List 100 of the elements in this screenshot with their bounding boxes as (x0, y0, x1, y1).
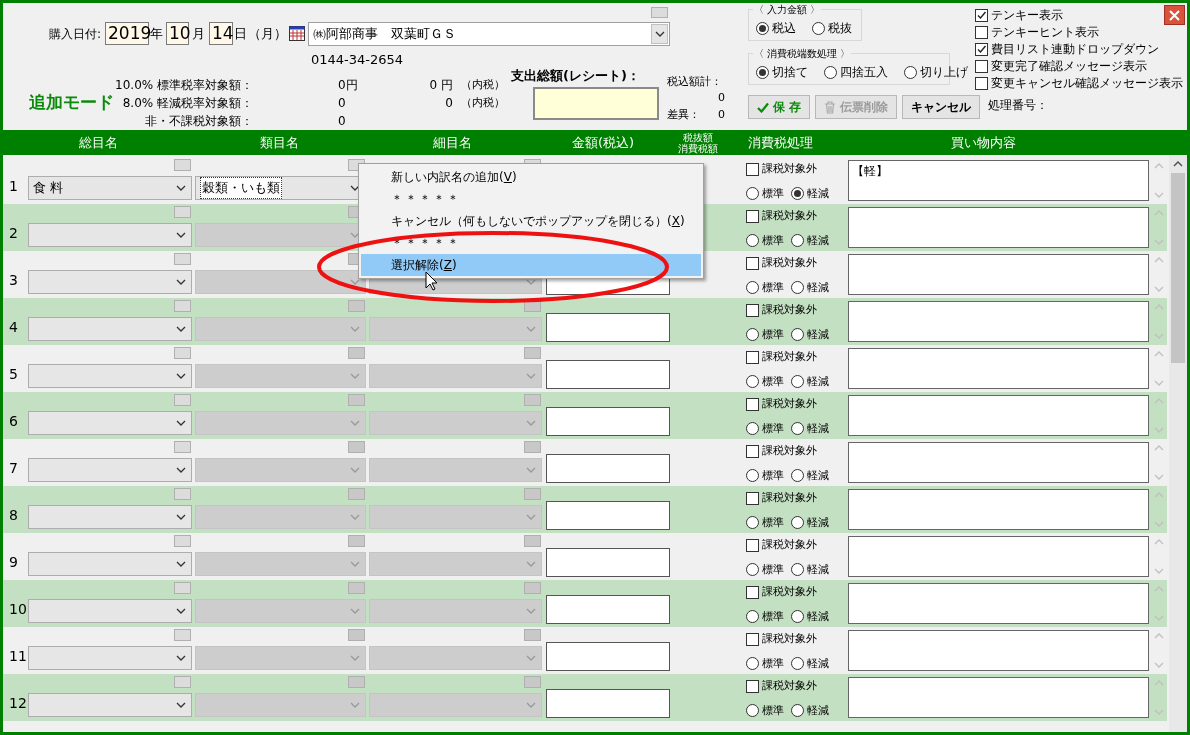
tax-rate-radio[interactable]: 標準 (746, 561, 785, 578)
setting-checkbox[interactable]: テンキーヒント表示 (975, 25, 1099, 40)
amount-field[interactable] (545, 689, 671, 718)
tax-rate-radio[interactable]: 標準 (746, 420, 785, 437)
tax-exempt-checkbox[interactable]: 課税対象外 (746, 678, 845, 695)
small-button[interactable] (523, 535, 541, 547)
small-button[interactable] (347, 676, 365, 688)
tax-rate-radio[interactable]: 軽減 (791, 561, 830, 578)
small-button[interactable] (523, 676, 541, 688)
tax-rate-radio[interactable]: 軽減 (791, 326, 830, 343)
setting-checkbox[interactable]: 費目リスト連動ドロップダウン (975, 42, 1159, 57)
small-button[interactable] (523, 582, 541, 594)
content-textarea[interactable] (848, 442, 1150, 483)
small-button[interactable] (173, 253, 191, 265)
tax-exempt-checkbox[interactable]: 課税対象外 (746, 396, 845, 413)
small-button[interactable] (347, 535, 365, 547)
small-button[interactable] (173, 535, 191, 547)
tax-rate-radio[interactable]: 標準 (746, 279, 785, 296)
tax-rate-radio[interactable]: 標準 (746, 608, 785, 625)
setting-checkbox[interactable]: 変更完了確認メッセージ表示 (975, 59, 1147, 74)
save-button[interactable]: 保 存 (748, 95, 811, 119)
content-textarea[interactable] (848, 583, 1150, 624)
dropdown[interactable] (27, 223, 192, 247)
year-field[interactable]: 2019 (105, 22, 150, 45)
tax-rate-radio[interactable]: 軽減 (791, 420, 830, 437)
tax-exempt-checkbox[interactable]: 課税対象外 (746, 631, 845, 648)
dropdown[interactable] (27, 317, 192, 341)
tax-rate-radio[interactable]: 軽減 (791, 185, 830, 202)
radio-option[interactable]: 税抜 (812, 19, 852, 37)
tax-exempt-checkbox[interactable]: 課税対象外 (746, 443, 845, 460)
tax-rate-radio[interactable]: 軽減 (791, 702, 830, 719)
small-button[interactable] (173, 676, 191, 688)
calendar-icon[interactable] (289, 26, 306, 41)
plain-button[interactable]: キャンセル (902, 95, 981, 119)
content-textarea[interactable]: 【軽】 (848, 160, 1150, 201)
content-textarea[interactable] (848, 254, 1150, 295)
tax-rate-radio[interactable]: 軽減 (791, 373, 830, 390)
tax-exempt-checkbox[interactable]: 課税対象外 (746, 208, 845, 225)
small-button[interactable] (523, 488, 541, 500)
amount-field[interactable] (545, 548, 671, 577)
tax-rate-radio[interactable]: 軽減 (791, 608, 830, 625)
receipt-total-field[interactable] (533, 87, 659, 120)
small-button[interactable] (347, 300, 365, 312)
small-button[interactable] (173, 441, 191, 453)
tax-rate-radio[interactable]: 軽減 (791, 467, 830, 484)
content-textarea[interactable] (848, 395, 1150, 436)
content-textarea[interactable] (848, 536, 1150, 577)
small-button[interactable] (347, 347, 365, 359)
dropdown[interactable] (27, 599, 192, 623)
small-button[interactable] (173, 582, 191, 594)
small-button[interactable] (347, 488, 365, 500)
dropdown[interactable] (27, 364, 192, 388)
tax-rate-radio[interactable]: 標準 (746, 467, 785, 484)
content-textarea[interactable] (848, 348, 1150, 389)
setting-checkbox[interactable]: テンキー表示 (975, 8, 1063, 23)
setting-checkbox[interactable]: 変更キャンセル確認メッセージ表示 (975, 76, 1183, 91)
scrollbar-thumb[interactable] (1171, 173, 1185, 363)
amount-field[interactable] (545, 313, 671, 342)
month-field[interactable]: 10 (166, 22, 190, 45)
content-textarea[interactable] (848, 677, 1150, 718)
tax-rate-radio[interactable]: 標準 (746, 655, 785, 672)
store-combo[interactable]: ㈱阿部商事 双葉町ＧＳ (308, 22, 670, 46)
caret-icon[interactable] (651, 24, 668, 44)
small-button[interactable] (173, 394, 191, 406)
tax-exempt-checkbox[interactable]: 課税対象外 (746, 161, 845, 178)
small-button[interactable] (523, 441, 541, 453)
radio-option[interactable]: 税込 (756, 19, 796, 37)
tax-exempt-checkbox[interactable]: 課税対象外 (746, 584, 845, 601)
radio-option[interactable]: 切り上げ (904, 63, 968, 81)
small-button[interactable] (173, 206, 191, 218)
small-button[interactable] (173, 488, 191, 500)
dropdown[interactable]: 食 料 (27, 176, 192, 200)
small-button[interactable] (347, 441, 365, 453)
small-button[interactable] (651, 7, 668, 18)
small-button[interactable] (347, 582, 365, 594)
dropdown[interactable] (27, 458, 192, 482)
amount-field[interactable] (545, 454, 671, 483)
close-button[interactable] (1164, 5, 1185, 25)
menu-item[interactable]: 選択解除(Z) (361, 254, 701, 276)
amount-field[interactable] (545, 501, 671, 530)
small-button[interactable] (523, 629, 541, 641)
dropdown[interactable] (27, 693, 192, 717)
radio-option[interactable]: 四捨五入 (824, 63, 888, 81)
tax-rate-radio[interactable]: 軽減 (791, 279, 830, 296)
tax-exempt-checkbox[interactable]: 課税対象外 (746, 490, 845, 507)
tax-exempt-checkbox[interactable]: 課税対象外 (746, 349, 845, 366)
small-button[interactable] (173, 159, 191, 171)
tax-rate-radio[interactable]: 標準 (746, 702, 785, 719)
tax-exempt-checkbox[interactable]: 課税対象外 (746, 302, 845, 319)
menu-item[interactable]: キャンセル（何もしないでポップアップを閉じる）(X) (361, 210, 701, 232)
small-button[interactable] (173, 347, 191, 359)
tax-rate-radio[interactable]: 標準 (746, 326, 785, 343)
small-button[interactable] (523, 394, 541, 406)
content-textarea[interactable] (848, 489, 1150, 530)
day-field[interactable]: 14 (209, 22, 234, 45)
tax-rate-radio[interactable]: 軽減 (791, 514, 830, 531)
radio-option[interactable]: 切捨て (756, 63, 808, 81)
tax-rate-radio[interactable]: 標準 (746, 373, 785, 390)
content-textarea[interactable] (848, 301, 1150, 342)
amount-field[interactable] (545, 595, 671, 624)
